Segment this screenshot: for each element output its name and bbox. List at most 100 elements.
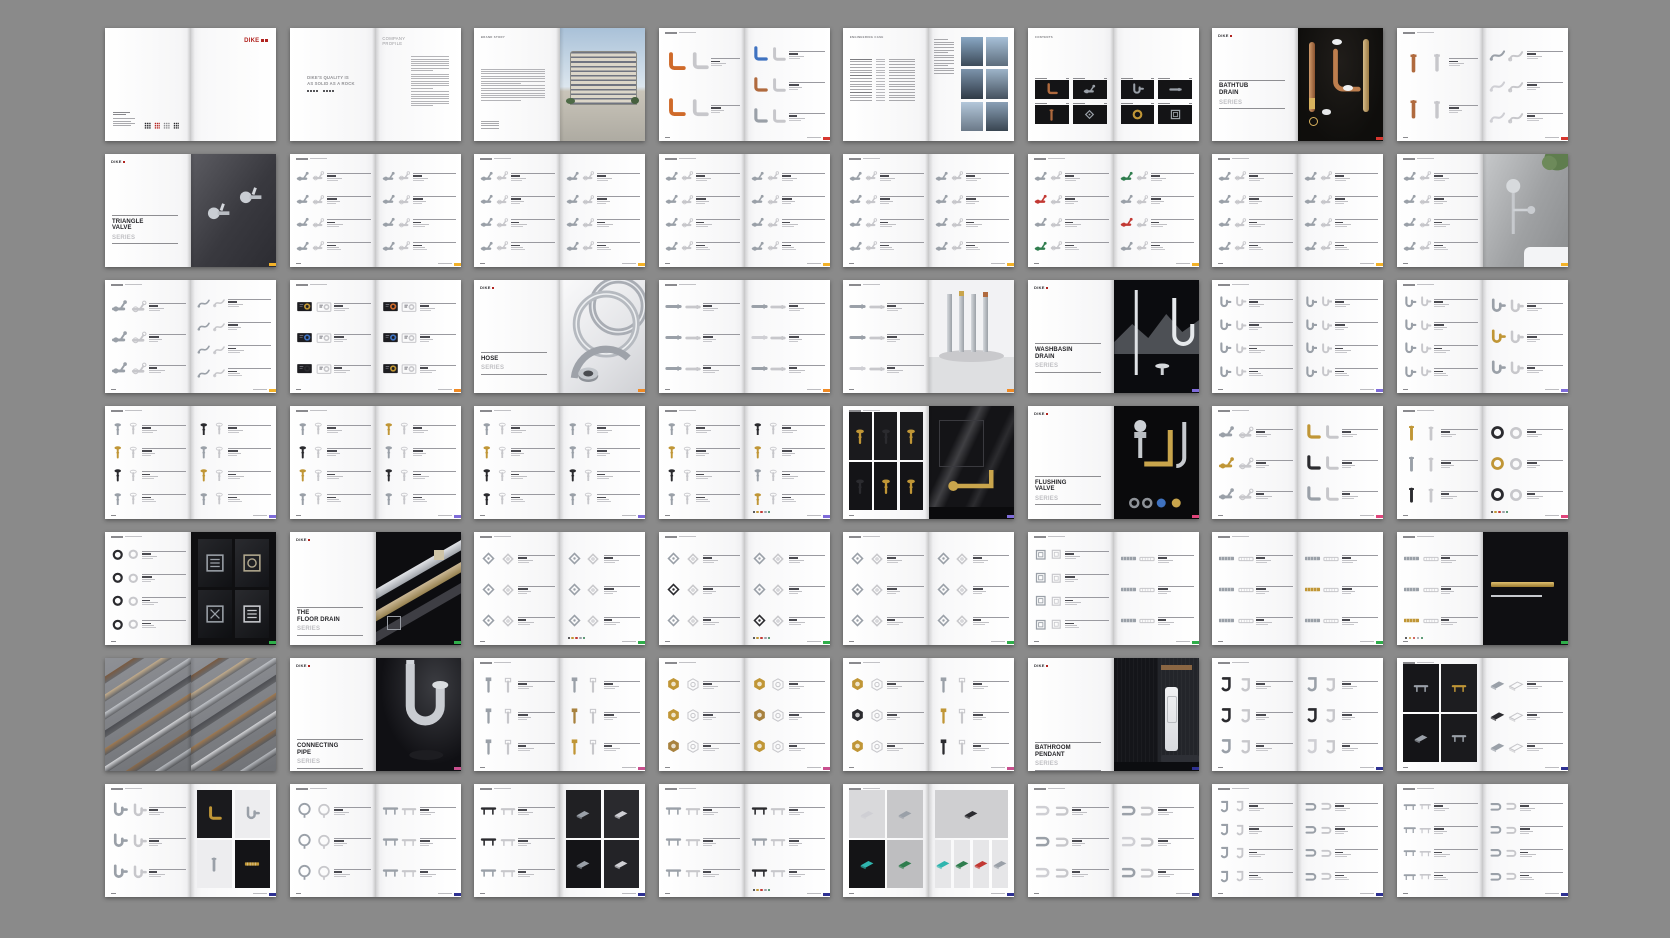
catalog-product-spread[interactable] bbox=[659, 658, 830, 771]
page-header bbox=[1403, 158, 1434, 160]
full-photo-spread[interactable] bbox=[105, 658, 276, 771]
catalog-product-spread[interactable] bbox=[105, 280, 276, 393]
catalog-product-spread[interactable] bbox=[843, 658, 1014, 771]
catalog-product-spread[interactable] bbox=[474, 532, 645, 645]
section-accent-chip bbox=[1561, 389, 1568, 392]
catalog-product-spread[interactable] bbox=[1212, 154, 1383, 267]
catalog-product-spread[interactable] bbox=[1397, 154, 1568, 267]
title-spread-bathtub[interactable]: DIKEBATHTUBDRAINSERIES bbox=[1212, 28, 1383, 141]
text-line-placeholder bbox=[1218, 536, 1230, 538]
catalog-product-spread[interactable] bbox=[1397, 28, 1568, 141]
catalog-product-spread[interactable] bbox=[1397, 532, 1568, 645]
title-spread-bathroom[interactable]: DIKEBATHROOMPENDANTSERIES bbox=[1028, 658, 1199, 771]
product-row bbox=[197, 366, 272, 380]
catalog-product-spread[interactable] bbox=[290, 406, 461, 519]
product-row bbox=[665, 802, 740, 819]
contents-entry[interactable] bbox=[1158, 78, 1192, 99]
spec-block bbox=[966, 242, 1010, 250]
catalog-product-spread[interactable] bbox=[1397, 280, 1568, 393]
spec-block bbox=[1342, 743, 1379, 751]
catalog-product-spread[interactable] bbox=[843, 406, 1014, 519]
title-spread-hose[interactable]: DIKEHOSESERIES bbox=[474, 280, 645, 393]
text-line-placeholder bbox=[887, 308, 902, 309]
brand-story-spread[interactable]: BRAND STORY bbox=[474, 28, 645, 141]
catalog-product-spread[interactable] bbox=[843, 280, 1014, 393]
catalog-product-spread[interactable] bbox=[105, 406, 276, 519]
title-spread-flushing[interactable]: DIKEFLUSHINGVALVESERIES bbox=[1028, 406, 1199, 519]
catalog-product-spread[interactable] bbox=[843, 784, 1014, 897]
product-row bbox=[1120, 833, 1195, 850]
text-line-placeholder bbox=[973, 748, 989, 749]
contents-entry[interactable] bbox=[1158, 103, 1192, 124]
text-line-placeholder bbox=[789, 683, 798, 685]
cover-spread[interactable]: DIKE bbox=[105, 28, 276, 141]
spec-block bbox=[1335, 849, 1379, 857]
text-line-placeholder bbox=[597, 226, 609, 227]
line-drawing-hook-icon bbox=[1234, 870, 1247, 883]
contents-entry[interactable] bbox=[1121, 78, 1155, 99]
catalog-product-spread[interactable] bbox=[659, 406, 830, 519]
title-spread-floordrain[interactable]: DIKETHEFLOOR DRAINSERIES bbox=[290, 532, 461, 645]
catalog-product-spread[interactable] bbox=[290, 154, 461, 267]
spec-block bbox=[1527, 51, 1564, 59]
catalog-product-spread[interactable] bbox=[1028, 784, 1199, 897]
catalog-product-spread[interactable] bbox=[1397, 406, 1568, 519]
catalog-product-spread[interactable] bbox=[659, 784, 830, 897]
catalog-product-spread[interactable] bbox=[843, 154, 1014, 267]
catalog-product-spread[interactable] bbox=[105, 532, 276, 645]
product-valve-icon bbox=[1304, 216, 1318, 230]
catalog-product-spread[interactable] bbox=[474, 658, 645, 771]
title-spread-connecting[interactable]: DIKECONNECTINGPIPESERIES bbox=[290, 658, 461, 771]
title-spread-triangle[interactable]: DIKETRIANGLEVALVESERIES bbox=[105, 154, 276, 267]
catalog-product-spread[interactable] bbox=[659, 532, 830, 645]
contents-entry[interactable] bbox=[1035, 78, 1069, 99]
page-header bbox=[1403, 788, 1434, 790]
line-drawing-linear-icon bbox=[1423, 582, 1439, 598]
catalog-product-spread[interactable] bbox=[659, 154, 830, 267]
catalog-product-spread[interactable] bbox=[474, 784, 645, 897]
line-drawing-trap-icon bbox=[1320, 366, 1333, 379]
catalog-product-spread[interactable] bbox=[843, 532, 1014, 645]
contents-entry[interactable] bbox=[1073, 103, 1107, 124]
spec-block bbox=[1065, 242, 1109, 250]
catalog-product-spread[interactable] bbox=[1212, 406, 1383, 519]
text-line-placeholder bbox=[518, 745, 526, 747]
text-line-placeholder bbox=[480, 536, 492, 538]
section-accent-chip bbox=[454, 767, 461, 770]
catalog-product-spread[interactable] bbox=[1212, 532, 1383, 645]
product-row bbox=[1489, 738, 1564, 755]
wood-shelf bbox=[1161, 665, 1192, 670]
catalog-product-spread[interactable] bbox=[1028, 532, 1199, 645]
contents-entry[interactable] bbox=[1035, 103, 1069, 124]
catalog-product-spread[interactable] bbox=[474, 406, 645, 519]
catalog-product-spread[interactable] bbox=[659, 280, 830, 393]
catalog-product-spread[interactable] bbox=[105, 784, 276, 897]
catalog-product-spread[interactable] bbox=[290, 280, 461, 393]
text-line-placeholder bbox=[1342, 588, 1352, 590]
contents-entry[interactable] bbox=[1073, 78, 1107, 99]
engineering-case-spread[interactable]: ENGINEERING CASE bbox=[843, 28, 1014, 141]
line-drawing-nut-icon bbox=[869, 739, 885, 755]
catalog-product-spread[interactable] bbox=[1212, 280, 1383, 393]
catalog-product-spread[interactable] bbox=[1397, 784, 1568, 897]
catalog-product-spread[interactable] bbox=[1212, 658, 1383, 771]
text-line-placeholder bbox=[1342, 465, 1355, 466]
catalog-product-spread[interactable] bbox=[1212, 784, 1383, 897]
catalog-product-spread[interactable] bbox=[659, 28, 830, 141]
product-trap-icon bbox=[1218, 296, 1232, 310]
page-left bbox=[474, 658, 560, 771]
text-line-placeholder bbox=[113, 121, 131, 122]
spec-block bbox=[1072, 838, 1109, 846]
page-number-placeholder bbox=[849, 389, 854, 391]
spec-block bbox=[1441, 429, 1478, 437]
title-spread-washbasin[interactable]: DIKEWASHBASINDRAINSERIES bbox=[1028, 280, 1199, 393]
contents-spread[interactable]: CONTENTS bbox=[1028, 28, 1199, 141]
catalog-product-spread[interactable] bbox=[1028, 154, 1199, 267]
catalog-product-spread[interactable] bbox=[290, 784, 461, 897]
catalog-product-spread[interactable] bbox=[474, 154, 645, 267]
catalog-product-spread[interactable] bbox=[1397, 658, 1568, 771]
page-header bbox=[849, 284, 880, 286]
company-profile-spread[interactable]: DIKE'S QUALITY ISAS SOLID AS A ROCKCOMPA… bbox=[290, 28, 461, 141]
spec-block bbox=[604, 586, 641, 594]
contents-entry[interactable] bbox=[1121, 103, 1155, 124]
